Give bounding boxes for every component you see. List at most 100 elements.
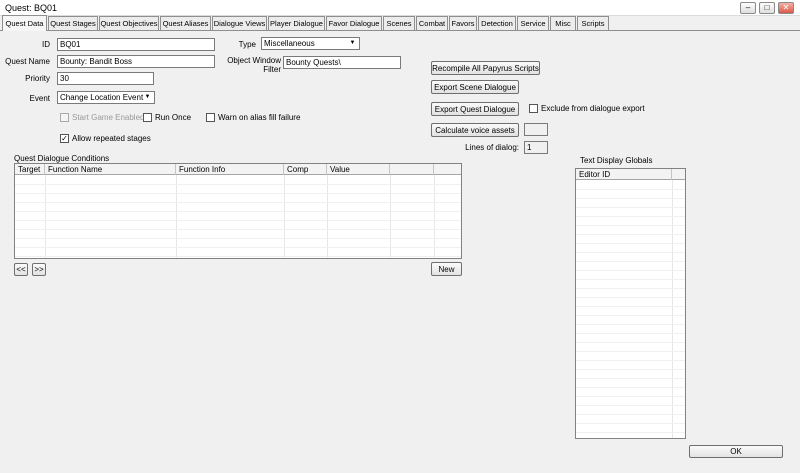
grid-row-line — [576, 414, 685, 415]
grid-row-line — [576, 432, 685, 433]
close-button[interactable]: ✕ — [778, 2, 794, 14]
event-label: Event — [29, 94, 50, 103]
tab-service[interactable]: Service — [517, 16, 549, 30]
grid-row-line — [576, 369, 685, 370]
grid-row-line — [576, 423, 685, 424]
tab-quest-aliases[interactable]: Quest Aliases — [160, 16, 211, 30]
next-condition-button[interactable]: >> — [32, 263, 46, 276]
tab-quest-stages[interactable]: Quest Stages — [48, 16, 98, 30]
allow-repeated-stages-checkbox[interactable]: ✓ — [60, 134, 69, 143]
warn-alias-label: Warn on alias fill failure — [218, 113, 301, 122]
grid-row-line — [576, 297, 685, 298]
grid-row-line — [15, 220, 461, 221]
new-condition-button[interactable]: New — [431, 262, 462, 276]
grid-row-line — [15, 256, 461, 257]
grid-line — [672, 180, 673, 438]
recompile-scripts-button[interactable]: Recompile All Papyrus Scripts — [431, 61, 540, 75]
quest-name-field[interactable]: Bounty: Bandit Boss — [57, 55, 215, 68]
tab-misc[interactable]: Misc — [550, 16, 576, 30]
priority-field[interactable]: 30 — [57, 72, 154, 85]
col-extra[interactable] — [390, 164, 434, 175]
voice-assets-field — [524, 123, 548, 136]
run-once-checkbox[interactable] — [143, 113, 152, 122]
col-extra[interactable] — [672, 169, 685, 180]
col-value[interactable]: Value — [327, 164, 390, 175]
start-game-enabled-checkbox[interactable] — [60, 113, 69, 122]
grid-row-line — [15, 193, 461, 194]
grid-row-line — [576, 342, 685, 343]
object-window-filter-label-line1: Object Window — [227, 56, 281, 65]
warn-alias-checkbox[interactable] — [206, 113, 215, 122]
chevron-down-icon: ▼ — [144, 94, 151, 100]
grid-row-line — [576, 351, 685, 352]
grid-row-line — [576, 270, 685, 271]
grid-row-line — [576, 189, 685, 190]
exclude-dialogue-export-label: Exclude from dialogue export — [541, 104, 645, 113]
tab-favor-dialogue[interactable]: Favor Dialogue — [326, 16, 382, 30]
chevron-down-icon: ▼ — [349, 40, 356, 46]
tab-quest-data[interactable]: Quest Data — [2, 15, 47, 31]
type-label: Type — [238, 40, 256, 49]
quest-name-label: Quest Name — [5, 57, 50, 66]
tab-detection[interactable]: Detection — [478, 16, 516, 30]
globals-title: Text Display Globals — [580, 156, 653, 165]
grid-row-line — [576, 288, 685, 289]
grid-row-line — [15, 247, 461, 248]
grid-row-line — [576, 333, 685, 334]
grid-row-line — [15, 229, 461, 230]
tab-favors[interactable]: Favors — [449, 16, 477, 30]
maximize-button[interactable]: □ — [759, 2, 775, 14]
col-editor-id[interactable]: Editor ID — [576, 169, 672, 180]
grid-row-line — [576, 234, 685, 235]
tab-scripts[interactable]: Scripts — [577, 16, 609, 30]
minimize-icon: – — [745, 3, 751, 12]
tab-combat[interactable]: Combat — [416, 16, 448, 30]
grid-row-line — [576, 243, 685, 244]
grid-row-line — [576, 252, 685, 253]
start-game-enabled-label: Start Game Enabled — [72, 113, 145, 122]
col-function-name[interactable]: Function Name — [45, 164, 176, 175]
export-quest-dialogue-button[interactable]: Export Quest Dialogue — [431, 102, 519, 116]
id-field[interactable]: BQ01 — [57, 38, 215, 51]
event-value: Change Location Event — [60, 93, 144, 102]
lines-of-dialog-field: 1 — [524, 141, 548, 154]
globals-table[interactable]: Editor ID — [575, 168, 686, 439]
col-target[interactable]: Target — [15, 164, 45, 175]
col-comp[interactable]: Comp — [284, 164, 327, 175]
grid-row-line — [576, 216, 685, 217]
lines-of-dialog-label: Lines of dialog: — [465, 143, 519, 152]
title-bar — [0, 0, 800, 16]
grid-row-line — [576, 387, 685, 388]
type-select[interactable]: Miscellaneous ▼ — [261, 37, 360, 50]
prev-condition-button[interactable]: << — [14, 263, 28, 276]
exclude-dialogue-export-checkbox[interactable] — [529, 104, 538, 113]
tab-player-dialogue[interactable]: Player Dialogue — [268, 16, 325, 30]
tab-dialogue-views[interactable]: Dialogue Views — [212, 16, 267, 30]
grid-row-line — [15, 211, 461, 212]
grid-row-line — [15, 202, 461, 203]
conditions-table[interactable]: Target Function Name Function Info Comp … — [14, 163, 462, 259]
conditions-table-header: Target Function Name Function Info Comp … — [15, 164, 461, 175]
export-scene-dialogue-button[interactable]: Export Scene Dialogue — [431, 80, 519, 94]
object-window-filter-field[interactable]: Bounty Quests\ — [283, 56, 401, 69]
check-icon: ✓ — [61, 134, 68, 143]
tab-divider — [0, 30, 800, 31]
minimize-button[interactable]: – — [740, 2, 756, 14]
close-icon: ✕ — [782, 3, 790, 12]
grid-row-line — [15, 184, 461, 185]
id-label: ID — [42, 40, 50, 49]
ok-button[interactable]: OK — [689, 445, 783, 458]
globals-table-header: Editor ID — [576, 169, 685, 180]
event-select[interactable]: Change Location Event ▼ — [57, 91, 155, 104]
grid-row-line — [576, 324, 685, 325]
maximize-icon: □ — [764, 3, 770, 12]
run-once-label: Run Once — [155, 113, 192, 122]
grid-row-line — [576, 306, 685, 307]
calculate-voice-assets-button[interactable]: Calculate voice assets — [431, 123, 519, 137]
grid-row-line — [576, 261, 685, 262]
tab-quest-objectives[interactable]: Quest Objectives — [99, 16, 159, 30]
col-function-info[interactable]: Function Info — [176, 164, 284, 175]
grid-row-line — [576, 405, 685, 406]
conditions-title: Quest Dialogue Conditions — [14, 154, 110, 163]
tab-scenes[interactable]: Scenes — [383, 16, 415, 30]
